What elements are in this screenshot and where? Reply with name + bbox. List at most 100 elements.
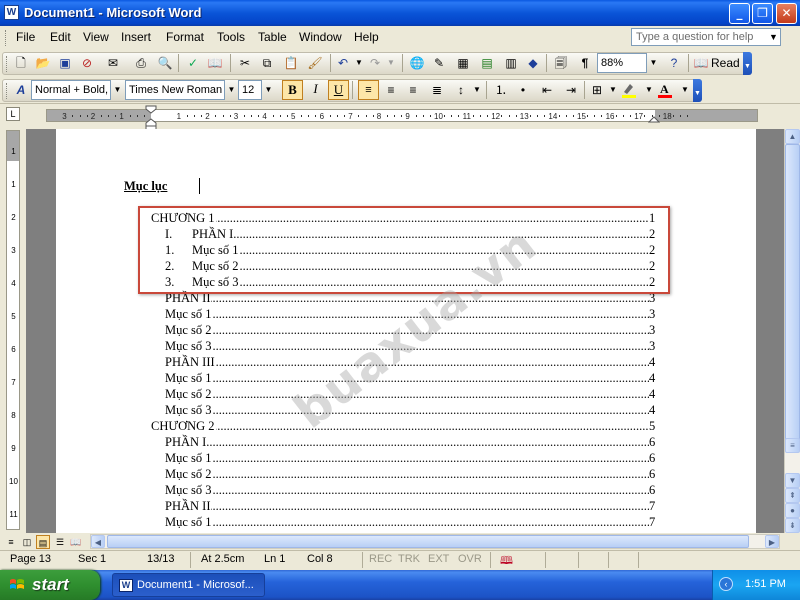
right-indent-marker-icon[interactable]	[648, 113, 660, 123]
style-dropdown-arrow-icon[interactable]: ▼	[111, 80, 124, 100]
toc-entry[interactable]: ........................................…	[165, 466, 663, 482]
toc-heading[interactable]: Mục lục	[124, 178, 167, 194]
font-color-icon[interactable]: A	[656, 81, 674, 99]
underline-button[interactable]: U	[328, 80, 349, 100]
increase-indent-icon[interactable]: ⇥	[562, 81, 580, 99]
print-preview-icon[interactable]: 🔍	[156, 54, 174, 72]
toc-entry[interactable]: ........................................…	[165, 434, 663, 450]
formatting-toolbar-grip-icon[interactable]	[6, 83, 10, 99]
standard-toolbar-grip-icon[interactable]	[6, 56, 10, 72]
status-trk[interactable]: TRK	[398, 553, 420, 565]
menu-grip-icon[interactable]	[5, 30, 9, 46]
font-size-select[interactable]: 12	[238, 80, 262, 100]
zoom-select[interactable]: 88%	[597, 53, 647, 73]
web-layout-icon[interactable]: ◫	[20, 535, 34, 549]
help-dropdown-arrow-icon[interactable]: ▼	[767, 29, 780, 45]
toc-entry[interactable]: ........................................…	[165, 514, 663, 530]
cut-icon[interactable]: ✂	[236, 54, 254, 72]
minimize-button[interactable]: _	[729, 3, 750, 24]
maximize-button[interactable]: ❐	[752, 3, 773, 24]
format-painter-icon[interactable]: 🖌	[306, 54, 324, 72]
document-map-icon[interactable]: 🗐	[552, 54, 570, 72]
copy-icon[interactable]: ⧉	[258, 54, 276, 72]
toc-entry[interactable]: ........................................…	[165, 370, 663, 386]
research-icon[interactable]: 📖	[206, 54, 224, 72]
normal-view-icon[interactable]: ≡	[4, 535, 18, 549]
vertical-ruler[interactable]: 1 1 2 3 4 5 6 7 8 9 10 11	[6, 130, 20, 530]
first-line-indent-marker-icon[interactable]	[145, 105, 157, 131]
show-hide-pilcrow-icon[interactable]: ¶	[576, 54, 594, 72]
spelling-status-icon[interactable]: 🕮✕	[500, 552, 518, 586]
tab-selector-icon[interactable]: L	[6, 107, 20, 121]
help-icon[interactable]: ?	[665, 54, 683, 72]
drawing-icon[interactable]: ◆	[524, 54, 542, 72]
columns-icon[interactable]: ▥	[502, 54, 520, 72]
font-dropdown-arrow-icon[interactable]: ▼	[225, 80, 238, 100]
scroll-up-icon[interactable]: ▲	[785, 129, 800, 144]
standard-toolbar-overflow-icon[interactable]: ▼	[743, 52, 752, 75]
email-icon[interactable]: ✉	[104, 54, 122, 72]
start-button[interactable]: start	[0, 570, 100, 600]
taskbar-word-button[interactable]: W Document1 - Microsof...	[112, 573, 265, 597]
font-color-dropdown-icon[interactable]: ▼	[676, 81, 694, 99]
close-button[interactable]: ✕	[776, 3, 797, 24]
style-select[interactable]: Normal + Bold,	[31, 80, 111, 100]
toc-entry[interactable]: ........................................…	[165, 498, 663, 514]
read-mode-icon[interactable]: 📖	[692, 54, 710, 72]
print-layout-icon[interactable]: ▤	[36, 535, 50, 549]
scroll-right-icon[interactable]: ▶	[765, 535, 779, 548]
menu-format[interactable]: Format	[166, 30, 204, 44]
italic-button[interactable]: I	[305, 80, 326, 100]
menu-help[interactable]: Help	[354, 30, 379, 44]
word-app-icon[interactable]: W	[4, 5, 19, 20]
spelling-grammar-icon[interactable]: ✓	[184, 54, 202, 72]
numbering-icon[interactable]: ⒈	[492, 81, 510, 99]
line-spacing-dropdown-icon[interactable]: ▼	[468, 81, 486, 99]
horizontal-scrollbar[interactable]: ◀ ▶	[90, 534, 780, 549]
toc-entry[interactable]: ........................................…	[165, 386, 663, 402]
open-folder-icon[interactable]: 📂	[34, 54, 52, 72]
status-rec[interactable]: REC	[369, 553, 392, 565]
bullets-icon[interactable]: •	[514, 81, 532, 99]
toc-entry[interactable]: ........................................…	[151, 418, 663, 434]
align-center-icon[interactable]: ≡	[382, 81, 400, 99]
font-select[interactable]: Times New Roman	[125, 80, 225, 100]
menu-edit[interactable]: Edit	[50, 30, 71, 44]
justify-icon[interactable]: ≣	[428, 81, 446, 99]
redo-dropdown-icon[interactable]: ▼	[382, 54, 400, 72]
next-page-icon[interactable]: ⇟	[785, 518, 800, 533]
help-question-input[interactable]: Type a question for help	[631, 28, 781, 46]
print-icon[interactable]: ⎙	[132, 54, 150, 72]
zoom-dropdown-arrow-icon[interactable]: ▼	[647, 53, 660, 73]
highlight-icon[interactable]	[620, 81, 638, 99]
status-ext[interactable]: EXT	[428, 553, 449, 565]
status-ovr[interactable]: OVR	[458, 553, 482, 565]
menu-file[interactable]: File	[16, 30, 35, 44]
tray-expand-icon[interactable]: ‹	[719, 577, 733, 591]
insert-table-icon[interactable]: ▦	[454, 54, 472, 72]
scroll-left-icon[interactable]: ◀	[91, 535, 105, 548]
vertical-scroll-thumb[interactable]	[785, 144, 800, 444]
save-icon[interactable]: ▣	[56, 54, 74, 72]
insert-hyperlink-icon[interactable]: 🌐	[408, 54, 426, 72]
outline-view-icon[interactable]: ☰	[53, 535, 67, 549]
styles-formatting-icon[interactable]: A	[12, 81, 30, 99]
align-right-icon[interactable]: ≡	[404, 81, 422, 99]
menu-window[interactable]: Window	[299, 30, 342, 44]
menu-tools[interactable]: Tools	[217, 30, 245, 44]
paste-icon[interactable]: 📋	[282, 54, 300, 72]
horizontal-scroll-thumb[interactable]	[107, 535, 749, 548]
font-size-dropdown-arrow-icon[interactable]: ▼	[262, 80, 275, 100]
menu-insert[interactable]: Insert	[121, 30, 151, 44]
new-document-icon[interactable]: 🗋	[12, 54, 30, 72]
permission-icon[interactable]: ⊘	[78, 54, 96, 72]
menu-table[interactable]: Table	[258, 30, 287, 44]
reading-layout-icon[interactable]: 📖	[69, 535, 83, 549]
vertical-scrollbar[interactable]: ▲ ≡ ▼ ⇞ ● ⇟	[784, 129, 800, 533]
tables-borders-icon[interactable]: ✎	[430, 54, 448, 72]
align-left-icon[interactable]: ≡	[358, 80, 379, 100]
scroll-down-icon[interactable]: ▼	[785, 473, 800, 488]
decrease-indent-icon[interactable]: ⇤	[538, 81, 556, 99]
toc-entry[interactable]: ........................................…	[165, 450, 663, 466]
menu-view[interactable]: View	[83, 30, 109, 44]
